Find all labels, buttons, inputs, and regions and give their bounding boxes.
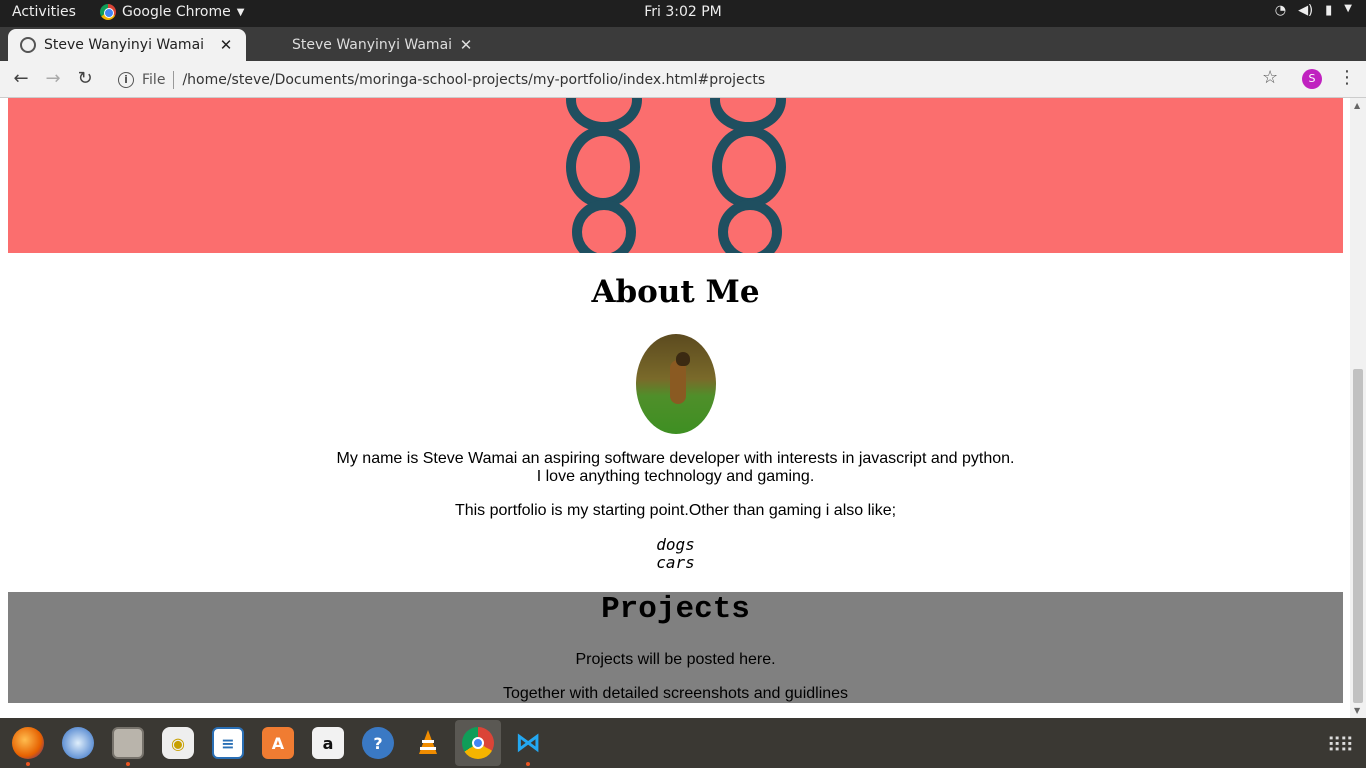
tab-active[interactable]: Steve Wanyinyi Wamai ✕ (8, 29, 246, 61)
projects-section: Projects Projects will be posted here. T… (8, 592, 1343, 703)
thunderbird-icon (62, 727, 94, 759)
vertical-scrollbar[interactable]: ▲ ▼ (1350, 98, 1366, 718)
about-intro-line1: My name is Steve Wamai an aspiring softw… (336, 450, 1015, 467)
projects-heading: Projects (601, 592, 750, 627)
running-indicator (526, 762, 530, 766)
list-item: dogs (656, 535, 695, 554)
chain-link-shape (566, 126, 640, 208)
dock-item-chrome[interactable] (455, 720, 501, 766)
reload-icon[interactable]: ↻ (74, 68, 96, 89)
volume-icon[interactable]: ◀) (1298, 3, 1313, 18)
battery-icon[interactable]: ▮ (1325, 3, 1332, 18)
chain-link-shape (718, 200, 782, 253)
scrollbar-thumb[interactable] (1353, 369, 1363, 703)
browser-toolbar: ← → ↻ i File /home/steve/Documents/morin… (0, 61, 1366, 98)
running-indicator (126, 762, 130, 766)
page-viewport: About Me My name is Steve Wamai an aspir… (0, 98, 1366, 718)
dock-item-files[interactable] (105, 720, 151, 766)
likes-list: dogs cars (8, 536, 1343, 572)
activities-button[interactable]: Activities (12, 4, 76, 20)
libreoffice-writer-icon: ≡ (212, 727, 244, 759)
chain-link-shape (712, 126, 786, 208)
chain-link-shape (572, 200, 636, 253)
omnibox-divider (173, 70, 175, 89)
dock-item-thunderbird[interactable] (55, 720, 101, 766)
vscode-icon: ⋈ (515, 728, 541, 758)
scroll-up-icon[interactable]: ▲ (1354, 101, 1360, 110)
profile-photo (635, 334, 716, 434)
address-bar[interactable]: i File /home/steve/Documents/moringa-sch… (110, 65, 1290, 94)
rhythmbox-icon: ◉ (162, 727, 194, 759)
bookmark-star-icon[interactable]: ☆ (1262, 67, 1278, 88)
blank-favicon-icon (268, 37, 284, 53)
dock-item-rhythmbox[interactable]: ◉ (155, 720, 201, 766)
about-intro-line2: I love anything technology and gaming. (536, 468, 815, 485)
wifi-icon[interactable]: ◔ (1275, 3, 1286, 18)
app-menu-label: Google Chrome (122, 4, 231, 20)
tab-title: Steve Wanyinyi Wamai (292, 37, 453, 53)
menu-kebab-icon[interactable]: ⋮ (1338, 67, 1356, 88)
dock-item-vlc[interactable] (405, 720, 451, 766)
app-menu[interactable]: Google Chrome ▼ (100, 4, 244, 20)
dock-item-amazon[interactable]: a (305, 720, 351, 766)
scheme-label: File (142, 71, 166, 88)
running-indicator (26, 762, 30, 766)
chrome-icon (462, 727, 494, 759)
info-icon[interactable]: i (118, 71, 134, 88)
chevron-down-icon[interactable]: ▼ (1344, 3, 1352, 18)
forward-arrow-icon[interactable]: → (42, 68, 64, 89)
firefox-icon (12, 727, 44, 759)
about-intro: My name is Steve Wamai an aspiring softw… (8, 450, 1343, 486)
show-applications-icon[interactable]: ⠿⠿ (1327, 733, 1354, 757)
amazon-icon: a (312, 727, 344, 759)
projects-line2: Together with detailed screenshots and g… (502, 685, 849, 702)
dock-item-firefox[interactable] (5, 720, 51, 766)
tab-strip: Steve Wanyinyi Wamai ✕ Steve Wanyinyi Wa… (0, 27, 1366, 81)
dock: ◉ ≡ A a ? ⋈ (0, 718, 1366, 768)
about-section: About Me My name is Steve Wamai an aspir… (8, 253, 1343, 592)
scroll-down-icon[interactable]: ▼ (1354, 706, 1360, 715)
dock-item-software[interactable]: A (255, 720, 301, 766)
list-item: cars (656, 553, 695, 572)
hero-banner (8, 98, 1343, 253)
files-icon (112, 727, 144, 759)
dog-head-shape (675, 352, 690, 366)
chrome-icon (100, 4, 116, 20)
dock-item-vscode[interactable]: ⋈ (505, 720, 551, 766)
vlc-icon (412, 727, 444, 759)
system-tray[interactable]: ◔ ◀) ▮ ▼ (1275, 3, 1352, 18)
back-arrow-icon[interactable]: ← (10, 68, 32, 89)
dock-item-writer[interactable]: ≡ (205, 720, 251, 766)
dock-item-help[interactable]: ? (355, 720, 401, 766)
close-tab-icon[interactable]: ✕ (218, 36, 234, 54)
system-top-bar: Activities Google Chrome ▼ Fri 3:02 PM ◔… (0, 0, 1366, 27)
close-tab-icon[interactable]: ✕ (458, 36, 474, 54)
help-icon: ? (362, 727, 394, 759)
tab-title: Steve Wanyinyi Wamai (44, 37, 205, 53)
dog-body-shape (669, 360, 686, 404)
projects-line1: Projects will be posted here. (575, 651, 776, 668)
about-likes-intro: This portfolio is my starting point.Othe… (454, 502, 897, 519)
profile-avatar[interactable]: S (1302, 69, 1322, 89)
url-text[interactable]: /home/steve/Documents/moringa-school-pro… (182, 72, 765, 88)
about-heading: About Me (591, 274, 760, 310)
software-center-icon: A (262, 727, 294, 759)
tab-inactive[interactable]: Steve Wanyinyi Wamai ✕ (256, 29, 486, 61)
globe-icon (20, 37, 36, 53)
chevron-down-icon: ▼ (236, 6, 245, 18)
